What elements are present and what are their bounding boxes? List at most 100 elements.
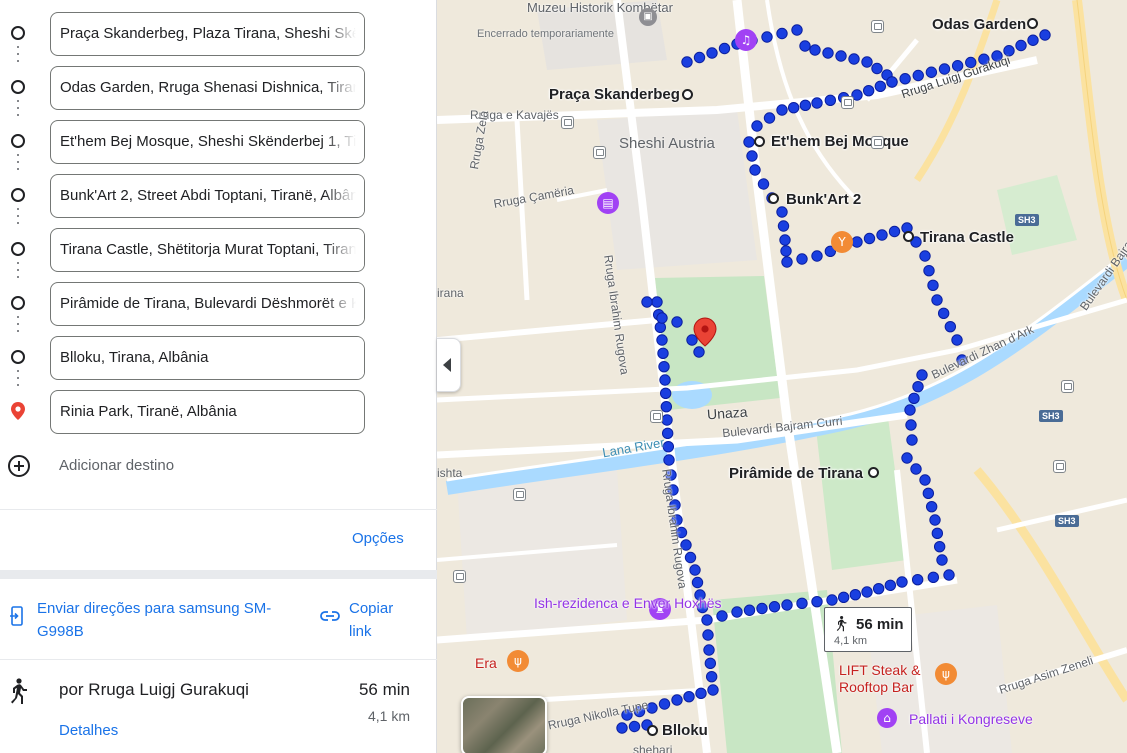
link-icon[interactable] — [320, 610, 340, 622]
castle-marker[interactable] — [903, 231, 914, 242]
route-dot — [776, 206, 788, 218]
route-dot — [701, 614, 713, 626]
stop-input[interactable]: Tirana Castle, Shëtitorja Murat Toptani,… — [50, 228, 365, 272]
route-dot — [848, 53, 860, 65]
bar-icon[interactable]: Y — [831, 231, 853, 253]
route-dot — [927, 279, 939, 292]
route-dot — [661, 414, 673, 426]
place-label[interactable]: Praça Skanderbeg — [549, 86, 680, 103]
route-dot — [689, 564, 701, 576]
collapse-panel-button[interactable] — [437, 338, 461, 392]
route-dot — [849, 588, 862, 601]
route-dot — [888, 225, 901, 238]
route-dot — [919, 474, 931, 486]
map-canvas[interactable]: Odas Garden Praça Skanderbeg Et'hem Bej … — [437, 0, 1127, 753]
route-dot — [628, 720, 641, 733]
poi-label[interactable]: Era — [475, 655, 497, 672]
place-label[interactable]: Pirâmide de Tirana — [729, 465, 863, 482]
museum-icon[interactable]: ▤ — [597, 192, 619, 214]
piramide-marker[interactable] — [868, 467, 879, 478]
route-dot — [871, 62, 883, 75]
route-dot — [901, 452, 913, 464]
route-dot — [936, 554, 948, 566]
restaurant-icon[interactable]: ψ — [507, 650, 529, 672]
place-label[interactable]: Tirana Castle — [920, 229, 1014, 246]
bus-stop-icon[interactable] — [1061, 380, 1074, 393]
route-dot — [686, 334, 698, 346]
ethem-marker[interactable] — [754, 136, 765, 147]
route-dot — [787, 101, 800, 114]
route-dot — [791, 24, 803, 36]
stop-input[interactable]: Blloku, Tirana, Albânia — [50, 336, 365, 380]
copy-link-button[interactable]: Copiar link — [349, 597, 419, 643]
bus-stop-icon[interactable] — [513, 488, 526, 501]
bus-stop-icon[interactable] — [650, 410, 663, 423]
poi-label[interactable]: Ish-rezidenca e Enver Hoxhës — [534, 595, 722, 612]
bus-stop-icon[interactable] — [871, 20, 884, 33]
blloku-marker[interactable] — [647, 725, 658, 736]
share-row: Enviar direções para samsung SM-G998B Co… — [0, 579, 437, 659]
details-link[interactable]: Detalhes — [59, 722, 118, 739]
route-dot — [929, 514, 941, 526]
stop-input[interactable]: Pirâmide de Tirana, Bulevardi Dëshmorët … — [50, 282, 365, 326]
send-directions-link[interactable]: Enviar direções para samsung SM-G998B — [37, 597, 277, 643]
stop-row: Odas Garden, Rruga Shenasi Dishnica, Tir… — [0, 64, 437, 118]
walking-icon — [11, 678, 27, 704]
route-dot — [811, 250, 823, 262]
stop-row: Praça Skanderbeg, Plaza Tirana, Sheshi S… — [0, 10, 437, 64]
route-dot — [905, 419, 917, 431]
add-destination-button[interactable]: Adicionar destino — [0, 448, 437, 484]
route-dot — [641, 296, 653, 308]
route-dot — [658, 360, 670, 373]
send-to-phone-icon[interactable] — [10, 606, 24, 626]
route-dot — [781, 256, 793, 268]
route-dot — [756, 602, 768, 615]
place-label[interactable]: Blloku — [662, 722, 708, 739]
destination-input[interactable]: Rinia Park, Tiranë, Albânia — [50, 390, 365, 434]
options-button[interactable]: Opções — [352, 530, 404, 547]
bus-stop-icon[interactable] — [561, 116, 574, 129]
bus-stop-icon[interactable] — [841, 96, 854, 109]
bus-stop-icon[interactable] — [871, 136, 884, 149]
museum-icon[interactable]: ▣ — [639, 8, 657, 26]
place-label[interactable]: Odas Garden — [932, 16, 1026, 33]
bus-stop-icon[interactable] — [453, 570, 466, 583]
route-dot — [757, 178, 770, 190]
poi-label[interactable]: LIFT Steak & Rooftop Bar — [839, 662, 931, 696]
route-dot — [826, 594, 838, 606]
route-dot — [799, 99, 812, 112]
directions-panel: Praça Skanderbeg, Plaza Tirana, Sheshi S… — [0, 0, 437, 753]
praca-marker[interactable] — [682, 89, 693, 100]
stop-input[interactable]: Et'hem Bej Mosque, Sheshi Skënderbej 1, … — [50, 120, 365, 164]
route-dot — [683, 690, 695, 703]
place-label[interactable]: Et'hem Bej Mosque — [771, 133, 909, 150]
route-dot — [768, 601, 781, 613]
music-venue-icon[interactable]: ♫ — [735, 29, 757, 51]
bunkart-marker[interactable] — [768, 193, 779, 204]
route-dot — [904, 404, 916, 416]
bus-stop-icon[interactable] — [1053, 460, 1066, 473]
waypoint-circle-icon — [11, 350, 25, 364]
stop-input[interactable]: Praça Skanderbeg, Plaza Tirana, Sheshi S… — [50, 12, 365, 56]
museum-status: Encerrado temporariamente — [477, 28, 614, 40]
restaurant-icon[interactable]: ψ — [935, 663, 957, 685]
route-dot — [776, 27, 788, 40]
poi-label[interactable]: Pallati i Kongreseve — [909, 711, 1033, 728]
route-dot — [660, 400, 673, 413]
stop-input[interactable]: Odas Garden, Rruga Shenasi Dishnica, Tir… — [50, 66, 365, 110]
route-time-callout[interactable]: 56 min 4,1 km — [824, 607, 912, 652]
stop-input[interactable]: Bunk'Art 2, Street Abdi Toptani, Tiranë,… — [50, 174, 365, 218]
route-dot — [943, 569, 955, 581]
route-dot — [811, 97, 823, 109]
odas-marker[interactable] — [1027, 18, 1038, 29]
landmark-icon[interactable]: ⌂ — [877, 708, 897, 728]
route-summary[interactable]: por Rruga Luigj Gurakuqi 56 min 4,1 km D… — [0, 660, 437, 753]
stop-row: Et'hem Bej Mosque, Sheshi Skënderbej 1, … — [0, 118, 437, 172]
satellite-layer-toggle[interactable] — [461, 696, 547, 753]
street-label: Unaza — [706, 403, 748, 423]
street-label: irana — [437, 286, 464, 300]
bus-stop-icon[interactable] — [593, 146, 606, 159]
place-label[interactable]: Bunk'Art 2 — [786, 191, 861, 208]
route-dot — [616, 722, 628, 734]
section-divider — [0, 570, 437, 579]
